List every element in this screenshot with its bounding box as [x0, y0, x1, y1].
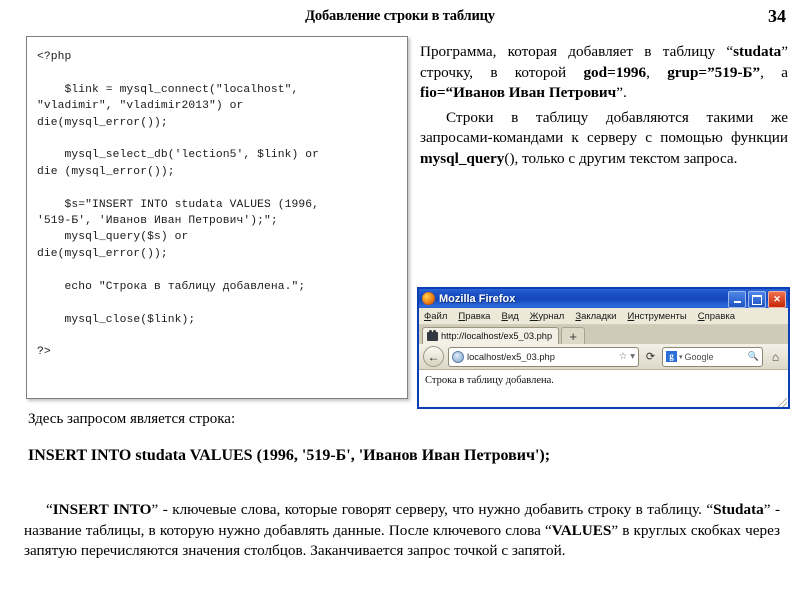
para1-bold3: grup=”519-Б”: [667, 63, 761, 81]
google-icon: g: [666, 351, 677, 362]
globe-icon: [452, 350, 464, 363]
para2-part2: (), только с другим текстом запроса.: [504, 149, 738, 167]
para1-bold1: studata: [733, 43, 782, 60]
menu-item-help[interactable]: Справка: [698, 311, 735, 322]
firefox-logo-icon: [422, 292, 435, 305]
page-output-text: Строка в таблицу добавлена.: [425, 375, 554, 386]
home-icon[interactable]: ⌂: [767, 348, 784, 366]
search-input[interactable]: Google: [685, 352, 746, 362]
page-favicon-icon: [427, 329, 438, 341]
sql-query-line: INSERT INTO studata VALUES (1996, '519-Б…: [28, 447, 551, 464]
explanation-paragraph: “INSERT INTO” - ключевые слова, которые …: [24, 500, 780, 562]
firefox-navigation-bar: ← localhost/ex5_03.php ☆ ▾ ⟳ g ▾ Google …: [419, 344, 788, 370]
maximize-icon: [752, 294, 762, 305]
para2-bold1: mysql_query: [420, 149, 505, 167]
firefox-browser-window: Mozilla Firefox ✕ Файл Правка Вид Журнал…: [417, 287, 790, 409]
chevron-down-icon[interactable]: ▾: [630, 352, 635, 362]
new-tab-button[interactable]: +: [561, 327, 586, 344]
resize-grip-icon[interactable]: [778, 398, 787, 407]
bottom-b2: Studata: [713, 501, 764, 518]
menu-view-rest: ид: [507, 310, 519, 322]
bottom-p2: ” - ключевые слова, которые говорят серв…: [151, 501, 714, 518]
menu-tools-rest: нструменты: [634, 310, 687, 322]
menu-bookmarks-rest: акладки: [581, 310, 617, 322]
browser-page-content: Строка в таблицу добавлена.: [419, 370, 788, 407]
firefox-window-title: Mozilla Firefox: [439, 292, 516, 305]
close-button[interactable]: ✕: [768, 291, 786, 308]
lead-in-text: Здесь запросом является строка:: [28, 411, 236, 427]
firefox-menu-bar: Файл Правка Вид Журнал Закладки Инструме…: [419, 308, 788, 325]
menu-help-accel: С: [697, 310, 705, 322]
menu-item-file[interactable]: Файл: [424, 311, 447, 322]
para1-bold2: god=1996: [583, 63, 647, 81]
menu-edit-rest: равка: [465, 310, 491, 322]
php-code-text: <?php $link = mysql_connect("localhost",…: [37, 51, 320, 359]
menu-file-rest: айл: [431, 310, 448, 322]
para1-part5: ”.: [616, 84, 627, 101]
para1-part4: , а: [760, 63, 788, 81]
window-controls: ✕: [728, 291, 786, 308]
menu-item-history[interactable]: Журнал: [530, 311, 565, 322]
reload-icon[interactable]: ⟳: [643, 348, 658, 365]
browser-tab[interactable]: http://localhost/ex5_03.php: [422, 327, 560, 344]
bottom-p1: “: [46, 501, 53, 518]
close-icon: ✕: [773, 294, 781, 304]
description-paragraph-1: Программа, которая добавляет в таблицу “…: [420, 42, 788, 104]
search-box[interactable]: g ▾ Google 🔍: [662, 346, 763, 367]
firefox-title-bar[interactable]: Mozilla Firefox ✕: [419, 289, 788, 308]
address-bar[interactable]: localhost/ex5_03.php ☆ ▾: [448, 346, 639, 367]
minimize-button[interactable]: [728, 291, 746, 308]
para1-bold4: fio=“Иванов Иван Петрович: [420, 84, 617, 101]
page-title: Добавление строки в таблицу: [305, 8, 495, 24]
menu-item-bookmarks[interactable]: Закладки: [575, 311, 616, 322]
maximize-button[interactable]: [748, 291, 766, 308]
para2-part1: Строки в таблицу добавляются такими же з…: [420, 108, 788, 147]
para1-part1: Программа, которая добавляет в таблицу “: [420, 43, 734, 60]
search-icon[interactable]: 🔍: [748, 351, 759, 362]
para1-part3: ,: [646, 63, 668, 81]
search-engine-chevron-icon[interactable]: ▾: [679, 353, 683, 361]
address-bar-value: localhost/ex5_03.php: [467, 351, 555, 362]
bottom-b1: INSERT INTO: [52, 501, 152, 518]
menu-help-rest: правка: [704, 310, 736, 322]
right-text-column: Программа, которая добавляет в таблицу “…: [420, 42, 788, 173]
menu-item-tools[interactable]: Инструменты: [627, 311, 686, 322]
minimize-icon: [733, 301, 741, 303]
firefox-tab-strip: http://localhost/ex5_03.php +: [419, 325, 788, 344]
page-number: 34: [768, 6, 786, 26]
browser-tab-label: http://localhost/ex5_03.php: [441, 331, 553, 341]
back-button[interactable]: ←: [423, 346, 444, 367]
menu-history-rest: урнал: [538, 310, 565, 322]
bookmark-star-icon[interactable]: ☆: [619, 352, 628, 362]
slide-header: Добавление строки в таблицу 34: [0, 6, 800, 28]
php-code-box: <?php $link = mysql_connect("localhost",…: [26, 36, 408, 399]
menu-item-view[interactable]: Вид: [501, 311, 518, 322]
menu-item-edit[interactable]: Правка: [458, 311, 490, 322]
bottom-b3: VALUES: [551, 521, 612, 539]
description-paragraph-2: Строки в таблицу добавляются такими же з…: [420, 108, 788, 170]
